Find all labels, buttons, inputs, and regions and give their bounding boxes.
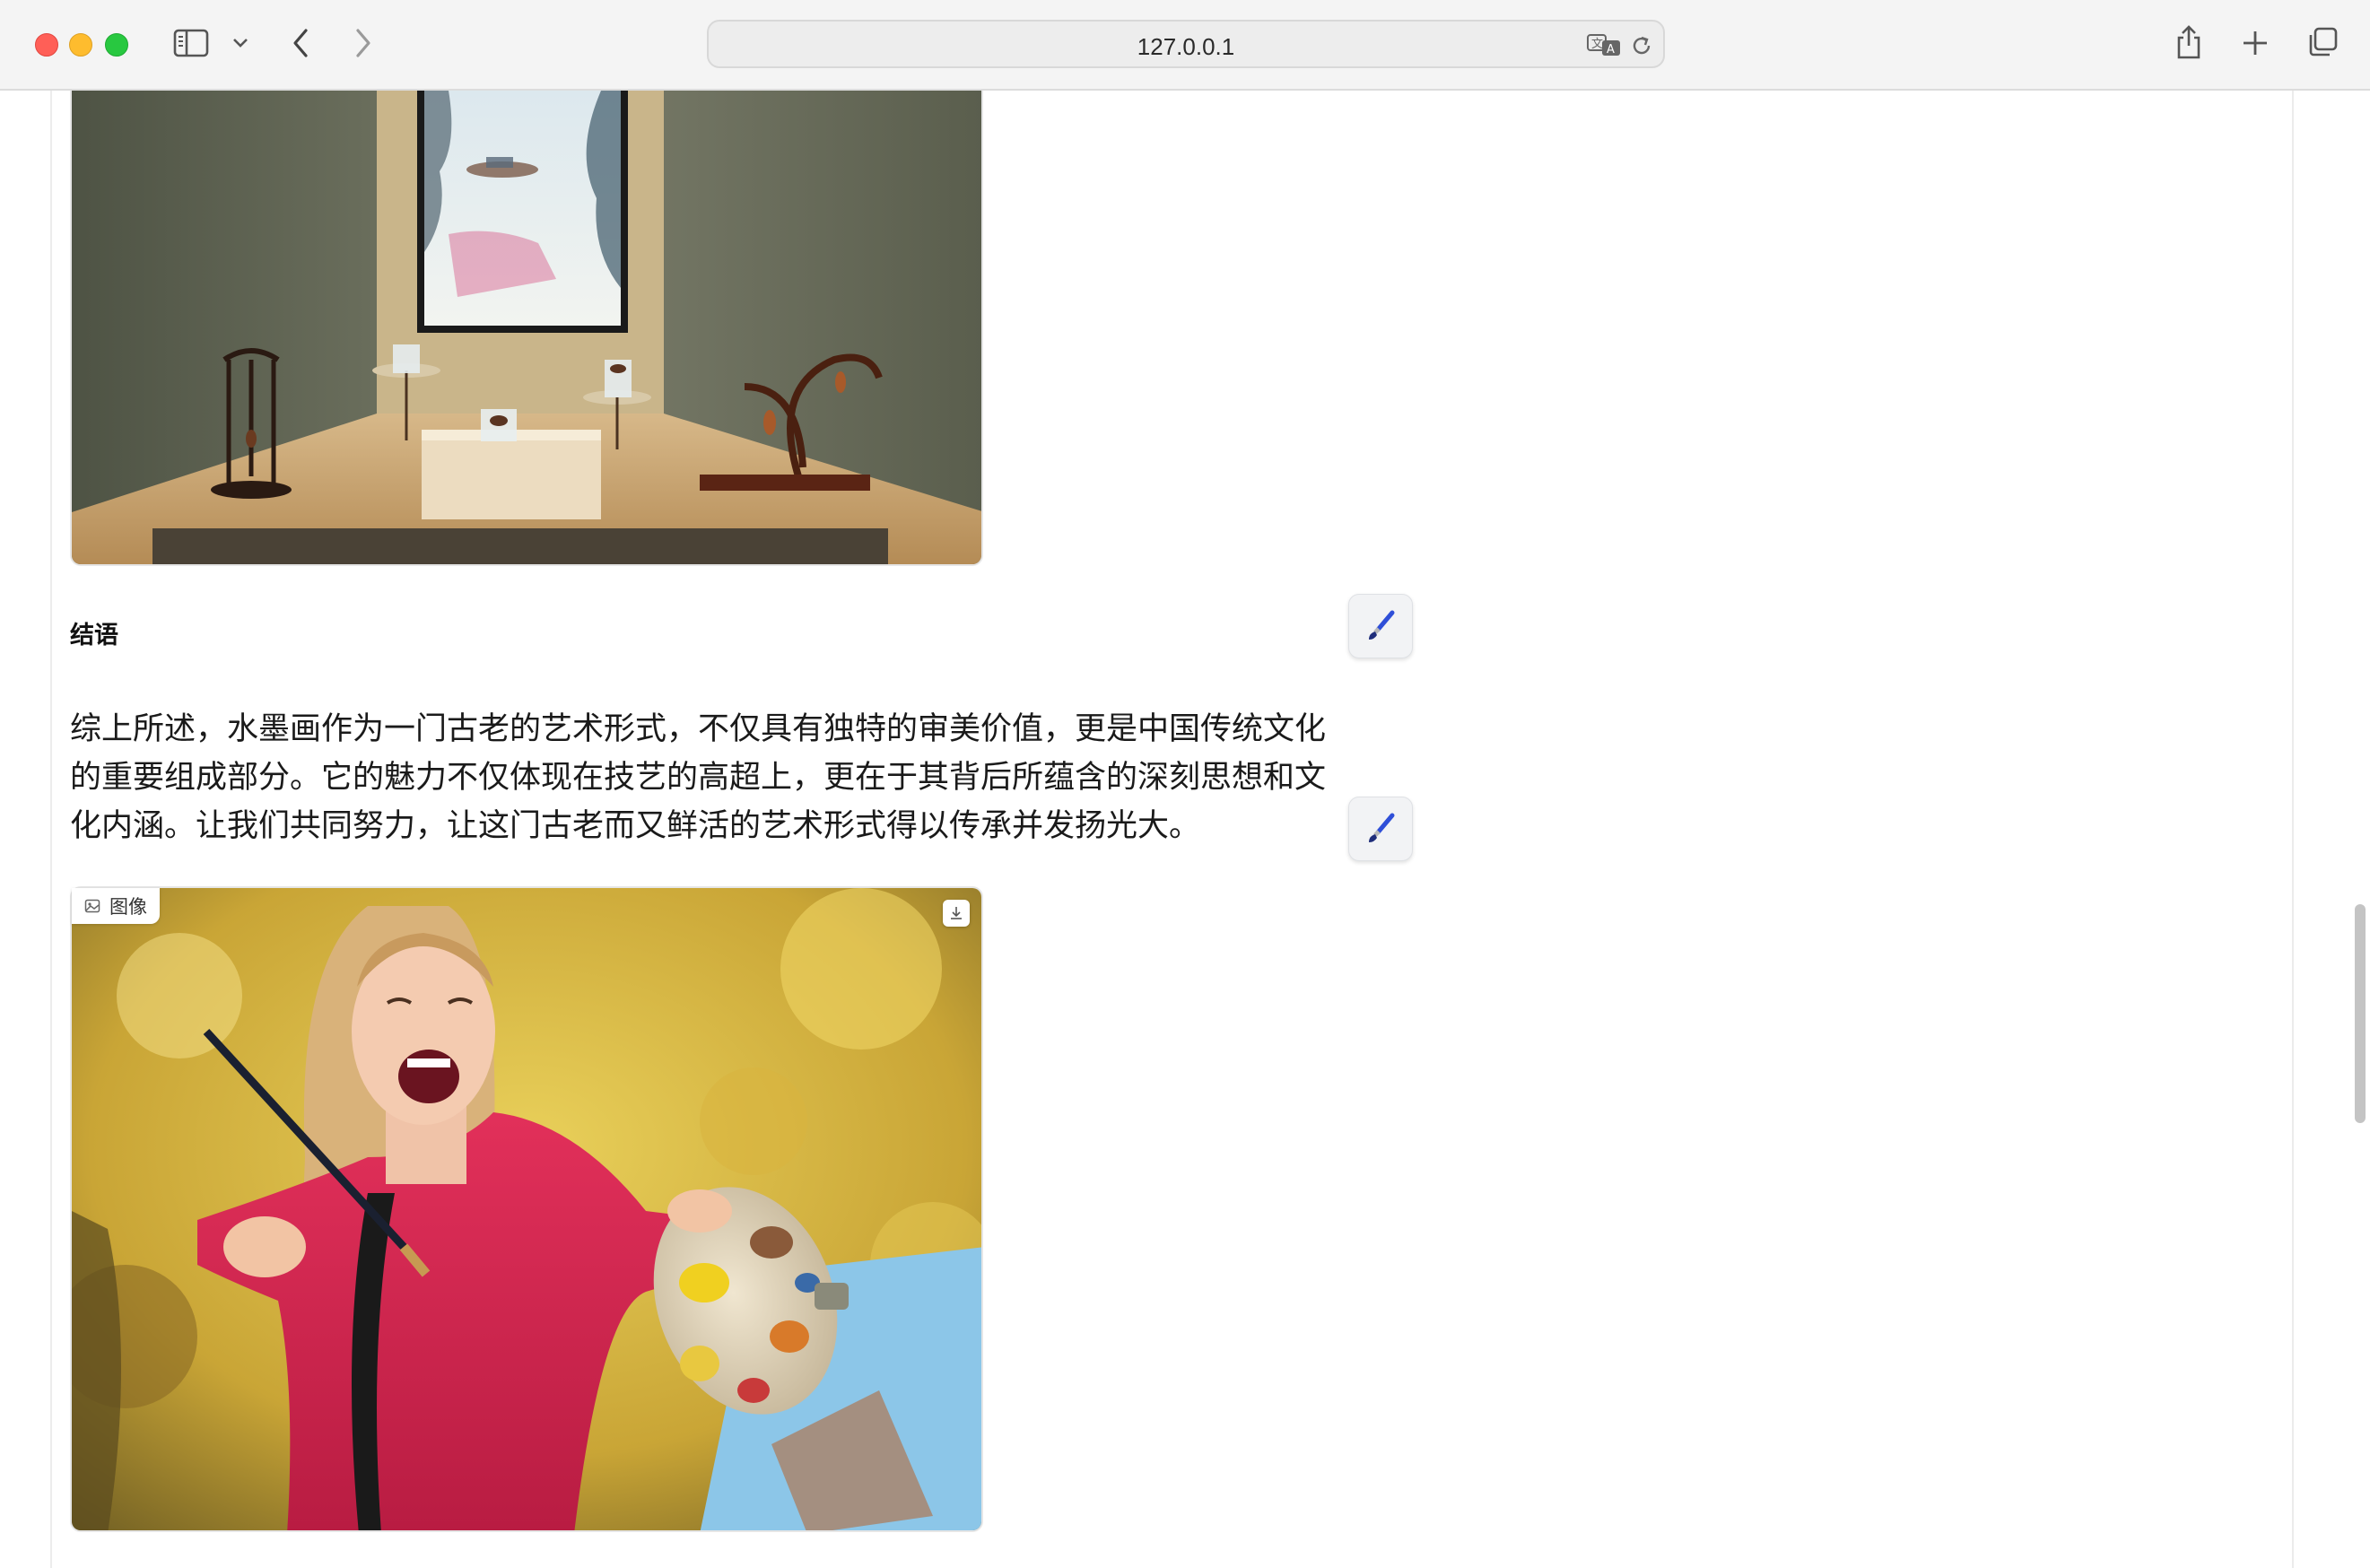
url-text: 127.0.0.1 [1137,33,1235,60]
sidebar-icon[interactable] [172,27,210,59]
conclusion-paragraph: 综上所述，水墨画作为一门古老的艺术形式，不仅具有独特的审美价值，更是中国传统文化… [70,705,1326,850]
image-badge-label: 图像 [109,897,147,918]
share-icon[interactable] [2173,23,2205,61]
download-image-button[interactable] [943,900,970,927]
edit-title-button[interactable] [1348,594,1413,658]
paragraph-line: 化内涵。让我们共同努力，让这门古老而又鲜活的艺术形式得以传承并发扬光大。 [70,808,1201,843]
download-icon [951,907,962,919]
paragraph-line: 的重要组成部分。它的魅力不仅体现在技艺的高超上，更在于其背后所蕴含的深刻思想和文 [70,760,1327,795]
image-type-badge: 图像 [72,888,160,924]
paintbrush-icon [1369,813,1395,842]
image-icon [84,899,100,913]
painter-photo [70,886,983,1532]
reload-icon[interactable] [1628,32,1655,59]
browser-toolbar: 127.0.0.1 文A [0,0,2370,91]
address-bar[interactable]: 127.0.0.1 文A [707,20,1665,68]
museum-display-image [70,91,983,566]
svg-text:文: 文 [1591,38,1603,51]
close-window-button[interactable] [35,33,58,57]
translate-icon[interactable]: 文A [1586,32,1622,57]
section-title: 结语 [70,622,118,649]
chevron-down-icon[interactable] [230,32,251,54]
paintbrush-icon [1369,610,1395,640]
scrollbar-thumb[interactable] [2355,904,2366,1123]
forward-icon[interactable] [348,25,379,61]
maximize-window-button[interactable] [105,33,128,57]
new-tab-icon[interactable] [2239,27,2271,59]
paragraph-line: 综上所述，水墨画作为一门古老的艺术形式，不仅具有独特的审美价值，更是中国传统文化 [70,711,1327,746]
back-icon[interactable] [285,25,316,61]
tabs-overview-icon[interactable] [2305,25,2340,59]
svg-text:A: A [1607,43,1615,57]
content-border-left [50,91,52,1568]
edit-paragraph-button[interactable] [1348,797,1413,861]
content-border-right [2292,91,2294,1568]
minimize-window-button[interactable] [69,33,92,57]
